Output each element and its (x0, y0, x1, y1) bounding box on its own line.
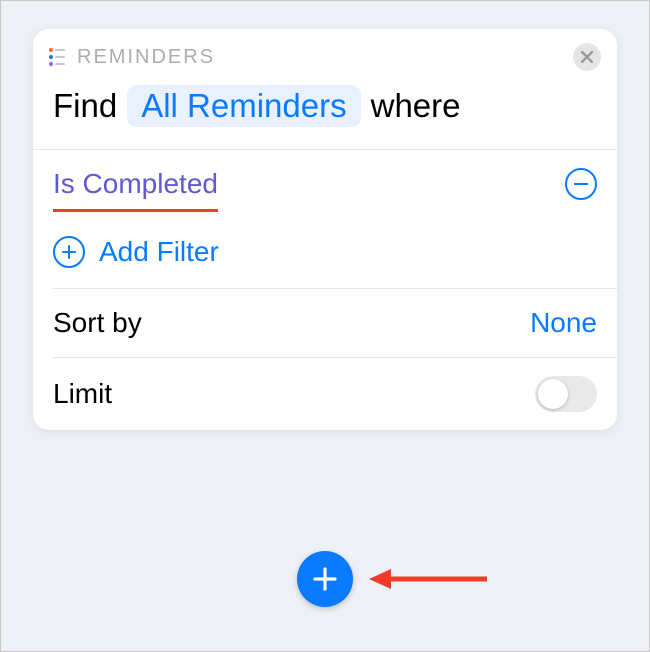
close-icon (581, 51, 593, 63)
fab-container (297, 551, 353, 607)
query-row: Find All Reminders where (33, 75, 617, 149)
close-button[interactable] (573, 43, 601, 71)
limit-toggle[interactable] (535, 376, 597, 412)
query-prefix: Find (53, 87, 117, 125)
query-suffix: where (371, 87, 461, 125)
plus-circle-icon (62, 245, 76, 259)
toggle-knob (538, 379, 568, 409)
list-token[interactable]: All Reminders (127, 85, 360, 127)
reminders-app-icon (49, 48, 67, 66)
sort-by-row[interactable]: Sort by None (33, 289, 617, 357)
plus-icon (312, 566, 338, 592)
card-header: REMINDERS (33, 29, 617, 75)
sort-by-label: Sort by (53, 307, 142, 339)
add-filter-row[interactable]: Add Filter (33, 208, 617, 288)
limit-row: Limit (33, 358, 617, 430)
reminders-action-card: REMINDERS Find All Reminders where Is Co… (33, 29, 617, 430)
add-filter-icon-button[interactable] (53, 236, 85, 268)
annotation-underline (53, 209, 218, 212)
add-action-button[interactable] (297, 551, 353, 607)
add-filter-label: Add Filter (99, 236, 219, 268)
sort-by-value[interactable]: None (530, 307, 597, 339)
app-title: REMINDERS (77, 46, 215, 69)
remove-filter-button[interactable] (565, 168, 597, 200)
filter-token[interactable]: Is Completed (53, 168, 218, 200)
annotation-arrow (369, 565, 489, 593)
filter-row: Is Completed (33, 150, 617, 208)
minus-circle-icon (574, 183, 588, 185)
filter-label-text: Is Completed (53, 168, 218, 199)
limit-label: Limit (53, 378, 112, 410)
